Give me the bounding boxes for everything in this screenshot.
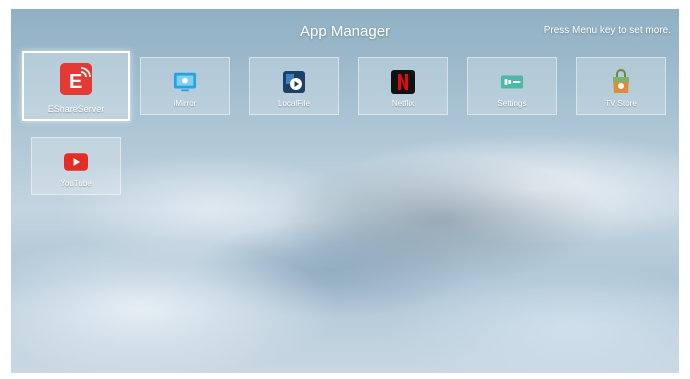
menu-hint: Press Menu key to set more. bbox=[543, 25, 671, 36]
localfile-icon bbox=[282, 70, 306, 94]
app-label: LocalFile bbox=[277, 99, 310, 108]
app-tile-netflix[interactable]: Netflix bbox=[358, 57, 448, 115]
netflix-icon bbox=[391, 70, 415, 94]
youtube-icon bbox=[64, 150, 88, 174]
app-label: TV Store bbox=[605, 99, 637, 108]
app-tile-settings[interactable]: Settings bbox=[467, 57, 557, 115]
app-tile-tvstore[interactable]: TV Store bbox=[576, 57, 666, 115]
app-label: YouTube bbox=[60, 179, 92, 188]
eshare-icon: E bbox=[60, 63, 92, 95]
tvstore-icon bbox=[609, 69, 633, 94]
app-tile-youtube[interactable]: YouTube bbox=[31, 137, 121, 195]
svg-text:E: E bbox=[69, 71, 82, 93]
settings-icon bbox=[500, 70, 524, 94]
app-label: iMirror bbox=[173, 99, 197, 108]
app-tile-eshareserver[interactable]: E EShareServer bbox=[22, 51, 130, 121]
app-label: EShareServer bbox=[47, 104, 105, 114]
app-tile-imirror[interactable]: iMirror bbox=[140, 57, 230, 115]
app-label: Netflix bbox=[391, 99, 415, 108]
imirror-icon bbox=[173, 70, 197, 94]
app-tile-localfile[interactable]: LocalFile bbox=[249, 57, 339, 115]
launcher-screen: App Manager Press Menu key to set more. … bbox=[11, 9, 679, 373]
app-label: Settings bbox=[497, 99, 527, 108]
